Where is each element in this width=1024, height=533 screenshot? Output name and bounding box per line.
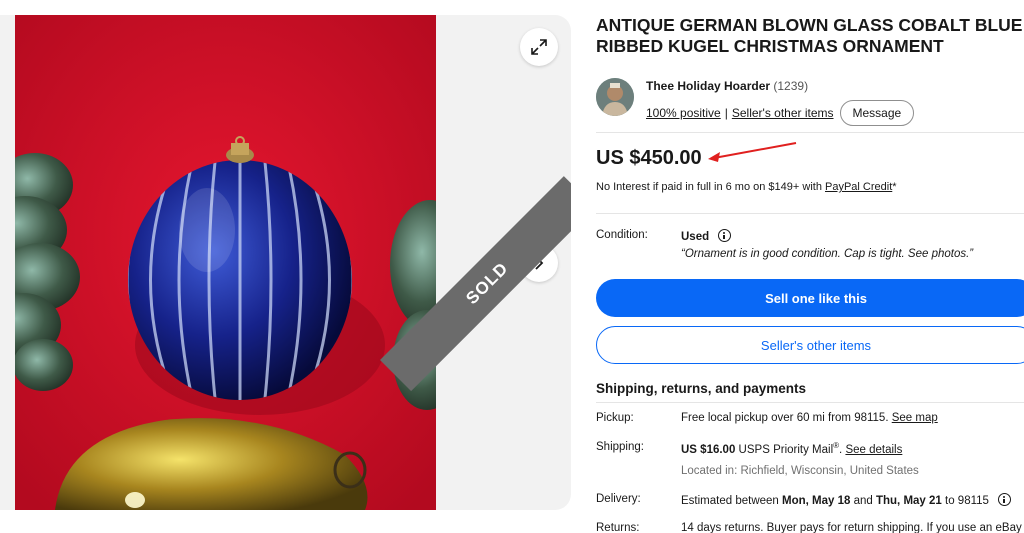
condition-note: “Ornament is in good condition. Cap is t…	[681, 248, 974, 260]
shipping-value-line: US $16.00 USPS Priority Mail®. See detai…	[681, 441, 902, 456]
pickup-value: Free local pickup over 60 mi from 98115.	[681, 412, 892, 424]
image-gallery: SOLD	[0, 15, 571, 510]
divider	[596, 402, 1024, 403]
ornament-photo-illustration	[15, 15, 436, 510]
seller-other-items-link[interactable]: Seller's other items	[732, 106, 834, 120]
delivery-start: Mon, May 18	[782, 495, 851, 507]
paypal-credit-link[interactable]: PayPal Credit	[825, 181, 892, 193]
see-map-link[interactable]: See map	[892, 412, 938, 424]
pickup-label: Pickup:	[596, 412, 634, 424]
returns-value: 14 days returns. Buyer pays for return s…	[681, 522, 1022, 533]
separator: |	[724, 106, 728, 120]
info-icon[interactable]	[718, 229, 732, 242]
delivery-prefix: Estimated between	[681, 495, 783, 507]
seller-name-line[interactable]: Thee Holiday Hoarder (1239)	[646, 79, 808, 93]
delivery-label: Delivery:	[596, 493, 641, 505]
shipping-section-title: Shipping, returns, and payments	[596, 381, 807, 396]
credit-text: No Interest if paid in full in 6 mo on $…	[596, 181, 825, 193]
seller-positive-link[interactable]: 100% positive	[646, 106, 721, 120]
avatar-image	[596, 78, 634, 116]
delivery-value-line: Estimated between Mon, May 18 and Thu, M…	[681, 493, 1012, 507]
credit-suffix: *	[892, 181, 897, 193]
seller-other-items-button[interactable]: Seller's other items	[596, 326, 1024, 364]
seller-feedback-count: (1239)	[773, 79, 809, 93]
see-details-link[interactable]: See details	[845, 444, 902, 456]
next-image-button[interactable]	[520, 244, 558, 282]
item-location: Located in: Richfield, Wisconsin, United…	[681, 465, 919, 477]
shipping-price: US $16.00	[681, 443, 736, 456]
divider	[596, 213, 1024, 214]
sell-one-like-this-button[interactable]: Sell one like this	[596, 279, 1024, 317]
delivery-suffix: to 98115	[941, 495, 989, 507]
expand-image-button[interactable]	[520, 28, 558, 66]
annotation-arrow-icon	[708, 142, 797, 162]
shipping-service: USPS Priority Mail	[735, 443, 834, 456]
item-photo[interactable]	[15, 15, 436, 510]
condition-label: Condition:	[596, 229, 648, 241]
chevron-right-icon	[535, 256, 544, 270]
paypal-credit-line: No Interest if paid in full in 6 mo on $…	[596, 181, 897, 193]
seller-avatar[interactable]	[596, 78, 634, 116]
delivery-end: Thu, May 21	[875, 495, 942, 507]
seller-card: Thee Holiday Hoarder (1239) 100% positiv…	[596, 78, 1024, 126]
expand-icon	[531, 39, 547, 55]
item-price: US $450.00	[596, 147, 702, 169]
condition-value-line: Used	[681, 229, 732, 243]
message-button[interactable]: Message	[839, 100, 915, 126]
delivery-info-icon[interactable]	[998, 493, 1012, 506]
pickup-value-line: Free local pickup over 60 mi from 98115.…	[681, 412, 938, 424]
shipping-label: Shipping:	[596, 441, 644, 453]
returns-label: Returns:	[596, 522, 640, 533]
seller-name[interactable]: Thee Holiday Hoarder	[646, 79, 770, 93]
seller-links: 100% positive | Seller's other items Mes…	[646, 100, 915, 126]
delivery-and: and	[850, 495, 876, 507]
divider	[596, 132, 1024, 133]
sold-label: SOLD	[462, 258, 512, 309]
condition-value: Used	[681, 231, 710, 243]
item-title: ANTIQUE GERMAN BLOWN GLASS COBALT BLUE R…	[596, 15, 1023, 56]
